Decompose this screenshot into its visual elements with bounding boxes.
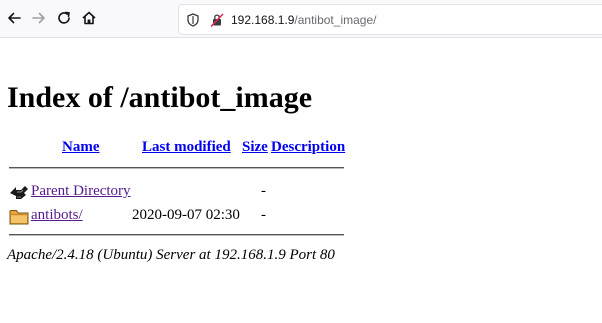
column-header-description[interactable]: Description — [271, 138, 345, 156]
column-header-size[interactable]: Size — [242, 138, 268, 156]
parent-directory-link[interactable]: Parent Directory — [31, 182, 131, 200]
page-title: Index of /antibot_image — [7, 81, 313, 114]
url-host: 192.168.1.9 — [231, 12, 295, 27]
footer-divider — [9, 234, 344, 236]
folder-icon — [9, 210, 29, 225]
shield-icon[interactable] — [185, 12, 201, 28]
row-size: - — [261, 207, 266, 223]
antibots-folder-link[interactable]: antibots/ — [31, 206, 83, 224]
forward-button[interactable] — [29, 8, 49, 28]
back-icon — [8, 12, 21, 24]
reload-icon — [58, 11, 70, 24]
forward-icon — [32, 12, 45, 24]
back-button[interactable] — [4, 8, 24, 28]
address-bar[interactable]: 192.168.1.9/antibot_image/ — [178, 4, 602, 35]
column-header-last-modified[interactable]: Last modified — [142, 138, 231, 156]
column-header-name[interactable]: Name — [62, 138, 100, 156]
url-text[interactable]: 192.168.1.9/antibot_image/ — [231, 13, 376, 27]
row-modified: 2020-09-07 02:30 — [132, 207, 240, 223]
home-button[interactable] — [79, 8, 99, 28]
row-size: - — [261, 183, 266, 199]
header-divider — [9, 167, 344, 169]
back-arrow-icon — [10, 186, 28, 199]
browser-toolbar: 192.168.1.9/antibot_image/ — [0, 0, 602, 38]
reload-button[interactable] — [54, 8, 74, 28]
insecure-lock-icon[interactable] — [209, 12, 225, 28]
home-icon — [82, 11, 96, 25]
server-signature: Apache/2.4.18 (Ubuntu) Server at 192.168… — [7, 247, 335, 263]
url-path: /antibot_image/ — [294, 12, 377, 27]
